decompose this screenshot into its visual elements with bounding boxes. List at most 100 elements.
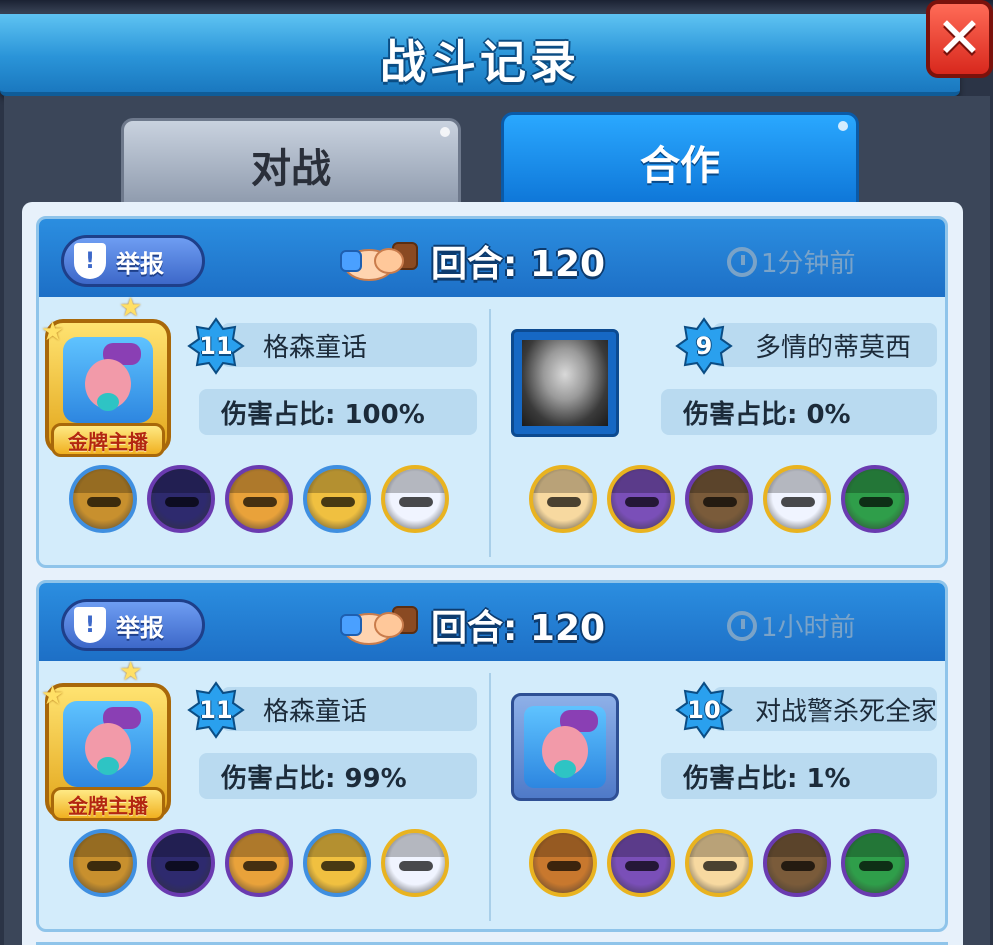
hero-eyes-shape: [703, 861, 737, 871]
player-name-field: 格森童话: [221, 323, 477, 367]
knight-hero-icon[interactable]: [303, 465, 371, 533]
damage-share: 伤害占比: 99%: [199, 753, 477, 799]
gold-streamer-badge: 金牌主播: [51, 787, 165, 821]
hero-eyes-shape: [399, 497, 433, 507]
top-strip: [0, 0, 993, 14]
player-name-field: 格森童话: [221, 687, 477, 731]
hero-hat-shape: [307, 833, 367, 857]
hero-hat-shape: [845, 833, 905, 857]
handshake-icon: [340, 242, 418, 281]
tab-battle[interactable]: 对战: [121, 118, 461, 208]
clown-hero-icon[interactable]: [381, 465, 449, 533]
hero-eyes-shape: [859, 861, 893, 871]
player-left: 金牌主播 ★ ★ 格森童话 11 伤害占比: 100%: [39, 293, 489, 565]
record-header: ! 举报 回合: 120 1小时前: [39, 583, 945, 661]
pirate-octopus-hero-icon[interactable]: [607, 829, 675, 897]
gold-streamer-badge: 金牌主播: [51, 423, 165, 457]
level-number: 11: [199, 696, 233, 724]
damage-share-text: 伤害占比: 99%: [221, 763, 407, 794]
damage-share: 伤害占比: 1%: [661, 753, 937, 799]
star-icon: ★: [119, 657, 143, 687]
damage-share: 伤害占比: 0%: [661, 389, 937, 435]
record-time: 1小时前: [727, 607, 856, 644]
pacifier-icon: [97, 393, 119, 411]
report-button[interactable]: ! 举报: [61, 599, 205, 651]
shield-icon: !: [74, 243, 106, 279]
hero-lineup: [69, 829, 449, 897]
green-hat-hero-icon[interactable]: [841, 829, 909, 897]
tab-label: 合作: [640, 142, 720, 189]
report-button[interactable]: ! 举报: [61, 235, 205, 287]
detective-hero-icon[interactable]: [69, 465, 137, 533]
title-bar: 战斗记录: [0, 14, 960, 96]
hero-eyes-shape: [781, 497, 815, 507]
avatar-image: [524, 706, 606, 788]
player-left: 金牌主播 ★ ★ 格森童话 11 伤害占比: 99%: [39, 657, 489, 929]
avatar[interactable]: [511, 329, 619, 437]
hero-hat-shape: [151, 833, 211, 857]
hero-hat-shape: [307, 469, 367, 493]
record-card: ! 举报 回合: 120 1小时前 金牌主播 ★ ★ 格森童话 11 伤害占比:…: [36, 580, 948, 932]
hero-hat-shape: [767, 833, 827, 857]
masked-hero-icon[interactable]: [763, 829, 831, 897]
level-badge: 11: [187, 317, 245, 375]
hero-lineup: [529, 465, 909, 533]
close-button[interactable]: ✕: [926, 0, 993, 78]
hero-eyes-shape: [781, 861, 815, 871]
tab-corner-dot: [838, 121, 848, 131]
cowboy-hero-icon[interactable]: [225, 829, 293, 897]
hero-eyes-shape: [87, 861, 121, 871]
damage-share-text: 伤害占比: 0%: [683, 399, 851, 430]
rounds-count: 回合: 120: [431, 608, 606, 649]
level-number: 11: [199, 332, 233, 360]
record-time: 1分钟前: [727, 243, 856, 280]
hero-hat-shape: [229, 833, 289, 857]
tab-coop[interactable]: 合作: [501, 112, 859, 208]
police-hero-icon[interactable]: [147, 829, 215, 897]
clock-icon: [727, 246, 757, 277]
player-name: 多情的蒂莫西: [755, 332, 912, 363]
level-badge: 9: [675, 317, 733, 375]
level-number: 9: [695, 332, 713, 360]
star-icon: ★: [41, 681, 65, 711]
cowboy-hero-icon[interactable]: [225, 465, 293, 533]
tab-corner-dot: [440, 127, 450, 137]
tab-label: 对战: [251, 145, 331, 192]
hooded-hero-icon[interactable]: [529, 465, 597, 533]
player-name-field: 对战警杀死全家: [713, 687, 937, 731]
police-hero-icon[interactable]: [147, 465, 215, 533]
green-hat-hero-icon[interactable]: [841, 465, 909, 533]
hooded-hero-icon[interactable]: [685, 829, 753, 897]
record-list[interactable]: ! 举报 回合: 120 1分钟前 金牌主播 ★ ★ 格森童话 11 伤害占比:…: [22, 202, 963, 945]
clown-hero-icon[interactable]: [381, 829, 449, 897]
chef-hero-icon[interactable]: [529, 829, 597, 897]
masked-hero-icon[interactable]: [685, 465, 753, 533]
hero-hat-shape: [767, 469, 827, 493]
hero-hat-shape: [385, 833, 445, 857]
damage-share-text: 伤害占比: 100%: [221, 399, 425, 430]
report-label: 举报: [116, 249, 164, 278]
detective-hero-icon[interactable]: [69, 829, 137, 897]
clock-icon: [727, 610, 757, 641]
level-badge: 10: [675, 681, 733, 739]
hero-hat-shape: [533, 469, 593, 493]
player-right: 多情的蒂莫西 9 伤害占比: 0%: [491, 297, 945, 565]
hero-hat-shape: [845, 469, 905, 493]
player-name: 格森童话: [263, 696, 368, 727]
hero-eyes-shape: [703, 497, 737, 507]
pacifier-icon: [554, 760, 576, 778]
damage-share-text: 伤害占比: 1%: [683, 763, 851, 794]
hero-hat-shape: [611, 833, 671, 857]
clown-hero-icon[interactable]: [763, 465, 831, 533]
pirate-octopus-hero-icon[interactable]: [607, 465, 675, 533]
hero-hat-shape: [689, 833, 749, 857]
page-title: 战斗记录: [380, 35, 580, 89]
rounds-count: 回合: 120: [431, 244, 606, 285]
hero-eyes-shape: [165, 861, 199, 871]
hero-eyes-shape: [321, 861, 355, 871]
knight-hero-icon[interactable]: [303, 829, 371, 897]
hero-lineup: [69, 465, 449, 533]
hero-eyes-shape: [547, 497, 581, 507]
avatar[interactable]: [511, 693, 619, 801]
player-right: 对战警杀死全家 10 伤害占比: 1%: [491, 661, 945, 929]
